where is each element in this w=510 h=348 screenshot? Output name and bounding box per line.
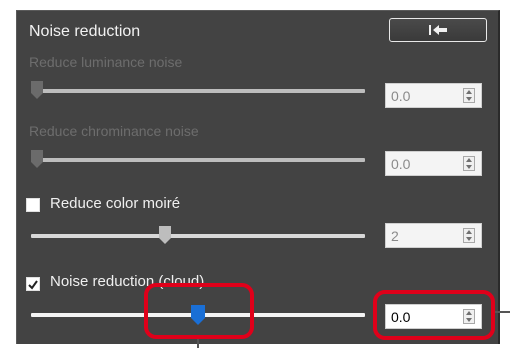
reset-button[interactable]: [389, 18, 487, 42]
moire-slider[interactable]: [31, 226, 365, 244]
luminance-spinbox[interactable]: 0.0: [385, 83, 482, 108]
moire-thumb[interactable]: [159, 226, 171, 244]
luminance-thumb[interactable]: [31, 81, 43, 99]
chrominance-label: Reduce chrominance noise: [29, 123, 199, 139]
connector-line-bottom: [197, 339, 199, 348]
connector-line: [495, 311, 510, 313]
chrominance-value: 0.0: [391, 156, 411, 172]
luminance-label: Reduce luminance noise: [29, 54, 183, 70]
luminance-slider[interactable]: [31, 81, 365, 99]
undo-arrow-icon: [429, 25, 447, 35]
panel-title: Noise reduction: [29, 23, 141, 40]
slider-highlight-box: [144, 283, 254, 339]
cloud-checkbox[interactable]: [26, 277, 40, 291]
moire-spinbox[interactable]: 2: [385, 223, 482, 248]
chrominance-track: [31, 158, 365, 162]
checkmark-icon: [28, 280, 38, 290]
luminance-spin-arrows[interactable]: [463, 88, 475, 103]
moire-track: [31, 234, 365, 238]
luminance-track: [31, 89, 365, 93]
moire-value: 2: [391, 228, 399, 244]
chrominance-slider[interactable]: [31, 150, 365, 168]
chrominance-spinbox[interactable]: 0.0: [385, 151, 482, 176]
moire-label: Reduce color moiré: [50, 195, 181, 212]
chrominance-thumb[interactable]: [31, 150, 43, 168]
value-highlight-box: [373, 290, 495, 340]
chrominance-spin-arrows[interactable]: [463, 156, 475, 171]
luminance-value: 0.0: [391, 88, 411, 104]
moire-spin-arrows[interactable]: [463, 228, 475, 243]
moire-checkbox[interactable]: [26, 198, 40, 212]
